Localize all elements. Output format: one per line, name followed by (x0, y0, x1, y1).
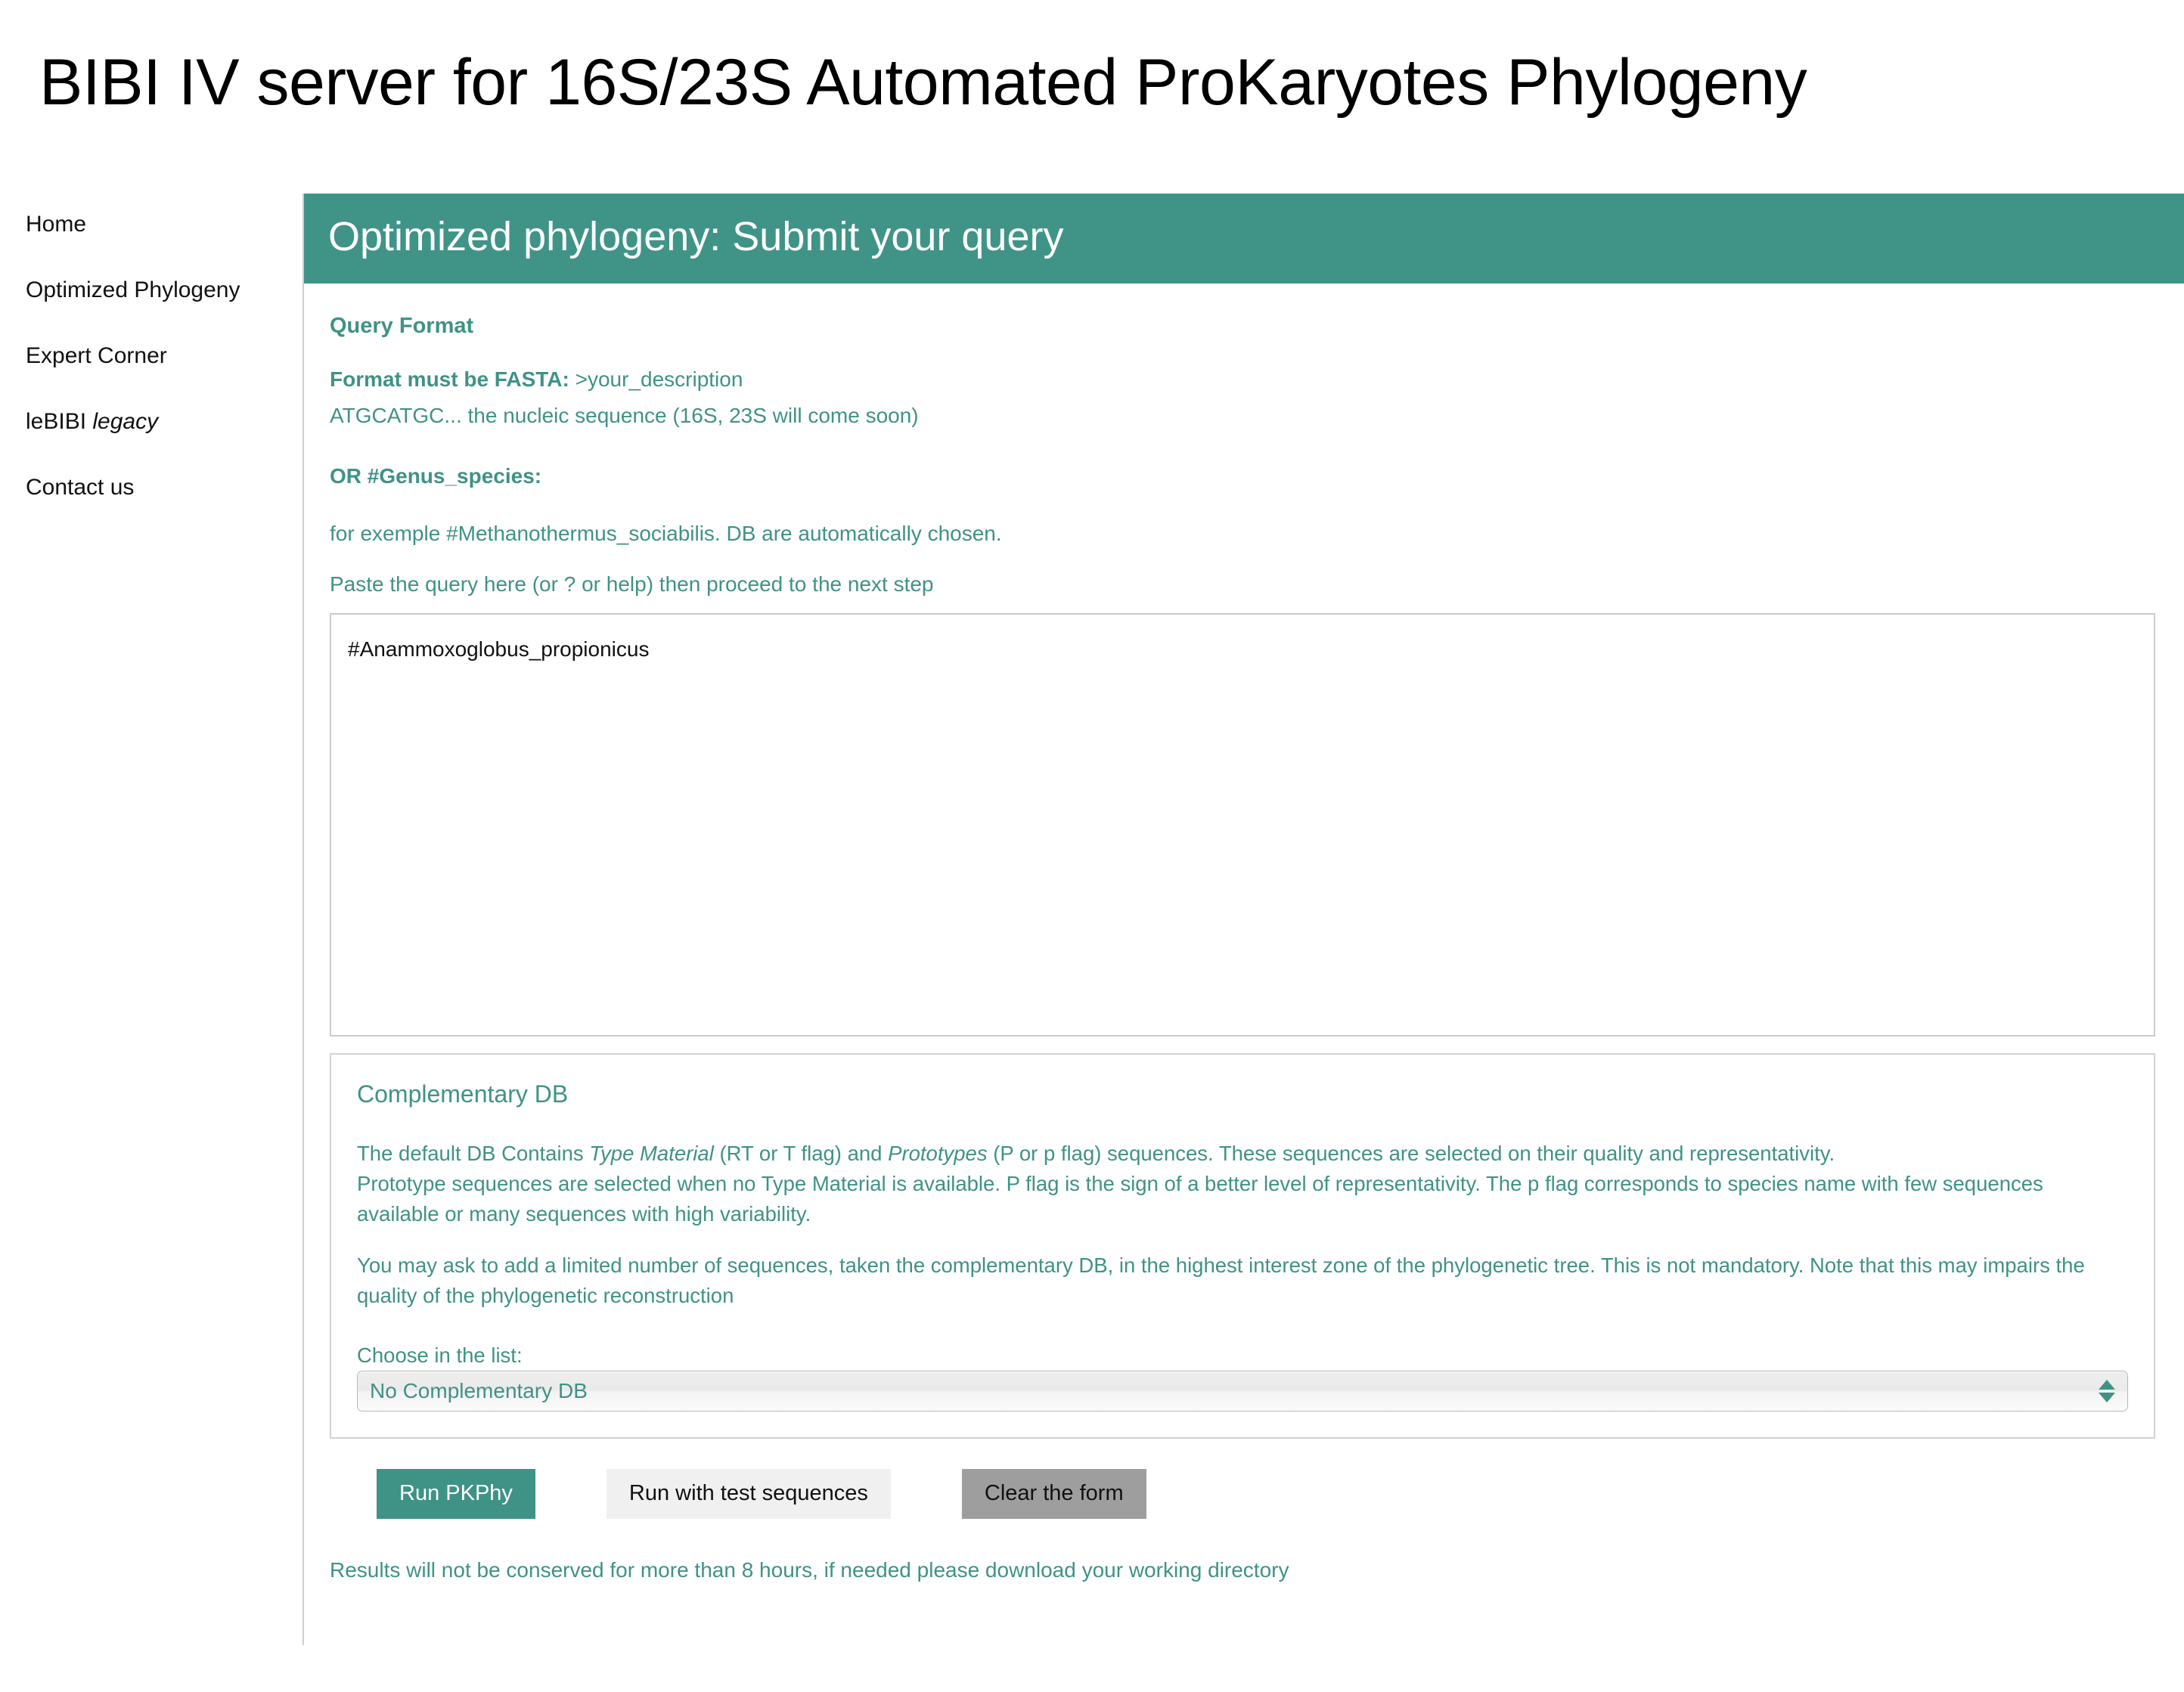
page-title: BIBI IV server for 16S/23S Automated Pro… (39, 45, 1807, 119)
clear-the-form-button[interactable]: Clear the form (961, 1469, 1146, 1519)
chevron-up-icon (2099, 1380, 2115, 1390)
sidebar-item-label: Home (26, 211, 87, 237)
complementary-db-paragraph-2: Prototype sequences are selected when no… (357, 1171, 2043, 1226)
chevron-down-icon (2099, 1393, 2115, 1403)
sidebar-item-lebibi-legacy[interactable]: leBIBI legacy (0, 409, 302, 434)
run-pkphy-button[interactable]: Run PKPhy (377, 1469, 535, 1519)
run-with-test-sequences-button[interactable]: Run with test sequences (606, 1469, 891, 1519)
form-actions: Run PKPhy Run with test sequences Clear … (377, 1469, 2155, 1519)
query-format-heading: Query Format (330, 314, 474, 339)
results-retention-note: Results will not be conserved for more t… (330, 1557, 1289, 1582)
panel-body: Query Format Format must be FASTA: >your… (304, 284, 2184, 1585)
sidebar-item-expert-corner[interactable]: Expert Corner (0, 343, 302, 368)
complementary-db-section: Complementary DB The default DB Contains… (330, 1053, 2155, 1439)
sidebar: Home Optimized Phylogeny Expert Corner l… (0, 194, 302, 541)
query-input[interactable] (330, 613, 2155, 1037)
fasta-format-label: Format must be FASTA: (330, 367, 569, 392)
main-panel: Optimized phylogeny: Submit your query Q… (302, 193, 2184, 1645)
sidebar-item-label: Expert Corner (26, 342, 167, 368)
genus-species-heading-text: OR #Genus_species: (330, 463, 542, 488)
genus-species-example: for exemple #Methanothermus_sociabilis. … (330, 521, 1002, 545)
sidebar-item-label: Optimized Phylogeny (26, 277, 240, 302)
paste-query-hint: Paste the query here (or ? or help) then… (330, 572, 934, 597)
sidebar-item-label: Contact us (26, 474, 135, 500)
sidebar-item-label-legacy: legacy (92, 408, 159, 434)
sidebar-item-contact-us[interactable]: Contact us (0, 475, 302, 500)
fasta-format-line: Format must be FASTA: >your_description (330, 364, 2155, 395)
complementary-db-paragraph-1: The default DB Contains Type Material (R… (357, 1139, 2128, 1169)
complementary-db-select-value: No Complementary DB (370, 1379, 588, 1403)
fasta-sequence-line: ATGCATGC... the nucleic sequence (16S, 2… (330, 404, 919, 428)
sidebar-item-optimized-phylogeny[interactable]: Optimized Phylogeny (0, 277, 302, 302)
sidebar-item-home[interactable]: Home (0, 212, 302, 237)
genus-species-heading: OR #Genus_species: (330, 461, 2155, 491)
compdb-p1-type-material: Type Material (589, 1142, 714, 1166)
compdb-p1-c: (P or p flag) sequences. These sequences… (987, 1142, 1835, 1166)
sidebar-item-label: leBIBI (26, 408, 93, 434)
compdb-p1-prototypes: Prototypes (888, 1142, 988, 1166)
compdb-p1-a: The default DB Contains (357, 1142, 590, 1166)
compdb-p1-b: (RT or T flag) and (713, 1142, 889, 1166)
complementary-db-select[interactable]: No Complementary DB (357, 1371, 2128, 1412)
panel-header-title: Optimized phylogeny: Submit your query (304, 193, 2184, 284)
complementary-db-paragraph-3: You may ask to add a limited number of s… (357, 1253, 2085, 1307)
choose-in-the-list-label: Choose in the list: (357, 1343, 523, 1368)
fasta-format-example: >your_description (569, 367, 743, 392)
complementary-db-title: Complementary DB (357, 1080, 569, 1108)
select-spinner-arrows-icon (2099, 1380, 2115, 1403)
page-layout: Home Optimized Phylogeny Expert Corner l… (0, 193, 2184, 1645)
